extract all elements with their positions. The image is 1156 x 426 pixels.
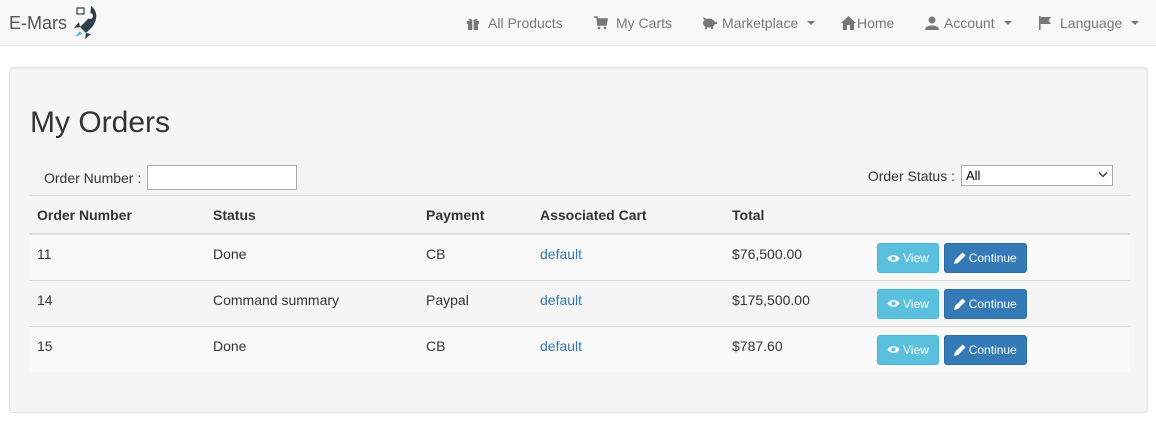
cell-actions: View Continue (869, 279, 1130, 326)
cell-total: $76,500.00 (724, 233, 869, 280)
chevron-down-icon (807, 21, 816, 25)
order-status-filter: Order Status : All (868, 165, 1113, 186)
cell-associated-cart: default (532, 233, 724, 280)
eye-icon (887, 346, 900, 353)
cart-link[interactable]: default (540, 292, 582, 308)
table-header-row: Order Number Status Payment Associated C… (29, 195, 1130, 235)
cell-actions: View Continue (869, 233, 1130, 280)
nav-home[interactable]: Home (841, 0, 894, 46)
cell-total: $787.60 (724, 325, 869, 372)
top-navbar: E-Mars All Products My Carts Marketplace… (0, 0, 1156, 46)
continue-button-label: Continue (968, 342, 1017, 357)
order-number-label: Order Number : (44, 169, 142, 186)
cell-associated-cart: default (532, 325, 724, 372)
nav-language-dropdown[interactable]: Language (1038, 0, 1140, 46)
cell-payment: Paypal (418, 279, 532, 326)
cart-icon (594, 16, 608, 30)
cart-link[interactable]: default (540, 246, 582, 262)
pencil-icon (953, 344, 966, 356)
piggy-bank-icon (703, 17, 717, 29)
order-number-input[interactable] (147, 165, 298, 190)
cell-order-number: 11 (29, 233, 205, 280)
nav-marketplace-label: Marketplace (722, 15, 799, 31)
view-button[interactable]: View (877, 243, 939, 273)
nav-account-dropdown[interactable]: Account (925, 0, 1012, 46)
gift-icon (467, 18, 479, 30)
chevron-down-icon (1131, 21, 1140, 25)
continue-button[interactable]: Continue (943, 334, 1027, 365)
continue-button[interactable]: Continue (943, 243, 1027, 273)
orders-table: Order Number Status Payment Associated C… (29, 195, 1130, 372)
view-button[interactable]: View (877, 288, 939, 319)
pencil-icon (953, 298, 966, 310)
order-status-label: Order Status : (867, 167, 955, 184)
nav-language-label: Language (1060, 15, 1123, 31)
user-icon (925, 16, 939, 30)
nav-all-products[interactable]: All Products (466, 0, 563, 46)
continue-button-label: Continue (968, 251, 1017, 265)
nav-my-carts[interactable]: My Carts (594, 0, 672, 46)
header-actions (869, 195, 1130, 235)
header-order-number: Order Number (29, 195, 205, 235)
chevron-down-icon (1003, 21, 1012, 25)
header-payment: Payment (418, 195, 532, 235)
nav-all-products-label: All Products (488, 15, 563, 31)
flag-icon (1039, 16, 1051, 30)
pencil-icon (953, 252, 966, 264)
brand-link[interactable]: E-Mars (9, 0, 101, 46)
view-button-label: View (903, 342, 929, 357)
cell-order-number: 15 (29, 325, 205, 372)
header-total: Total (724, 195, 869, 235)
nav-marketplace-dropdown[interactable]: Marketplace (701, 0, 816, 46)
orders-panel: My Orders Order Number : Order Status : … (9, 67, 1148, 413)
view-button-label: View (903, 296, 929, 311)
view-button[interactable]: View (877, 334, 939, 365)
nav-home-label: Home (857, 15, 895, 31)
page-title: My Orders (30, 106, 171, 139)
cell-order-number: 14 (29, 279, 205, 326)
continue-button[interactable]: Continue (943, 288, 1027, 319)
table-row: 15 Done CB default $787.60 View Continue (29, 325, 1130, 372)
header-status: Status (205, 195, 418, 235)
cell-actions: View Continue (869, 325, 1130, 372)
eye-icon (887, 300, 900, 307)
order-number-filter: Order Number : (44, 165, 298, 190)
cell-associated-cart: default (532, 279, 724, 326)
cell-payment: CB (418, 233, 532, 280)
table-row: 14 Command summary Paypal default $175,5… (29, 279, 1130, 326)
table-row: 11 Done CB default $76,500.00 View Conti… (29, 233, 1130, 280)
nav-my-carts-label: My Carts (616, 15, 672, 31)
cell-status: Done (205, 325, 418, 372)
home-icon (841, 16, 856, 30)
cell-total: $175,500.00 (724, 279, 869, 326)
chevron-down-icon (1098, 172, 1108, 178)
header-associated-cart: Associated Cart (532, 195, 724, 235)
cart-link[interactable]: default (540, 338, 582, 354)
rocket-icon (74, 6, 97, 39)
cell-status: Command summary (205, 279, 418, 326)
continue-button-label: Continue (968, 296, 1017, 311)
cell-payment: CB (418, 325, 532, 372)
order-status-select[interactable]: All (961, 165, 1113, 186)
view-button-label: View (903, 251, 929, 265)
eye-icon (887, 254, 900, 262)
nav-account-label: Account (944, 15, 995, 31)
order-status-selected: All (966, 168, 981, 183)
cell-status: Done (205, 233, 418, 280)
brand-name: E-Mars (9, 12, 67, 33)
